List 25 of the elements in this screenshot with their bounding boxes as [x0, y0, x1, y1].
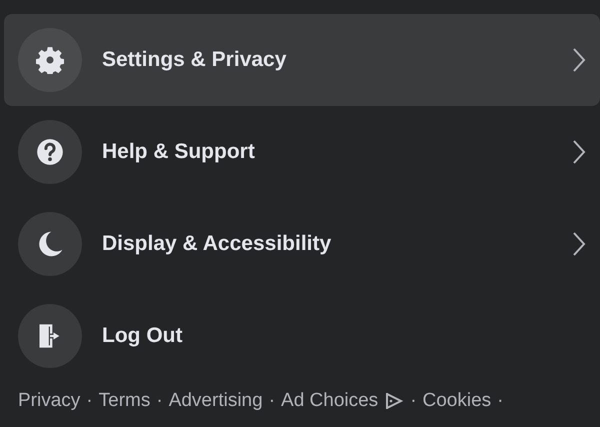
chevron-icon [572, 139, 586, 165]
separator: · [410, 390, 417, 412]
menu-item[interactable]: Log Out [4, 290, 600, 382]
menu-item-label: Log Out [102, 324, 184, 348]
footer-link[interactable]: Cookies [422, 390, 492, 412]
menu-item[interactable]: Help & Support [4, 106, 600, 198]
footer-link[interactable]: Privacy [18, 390, 80, 412]
moon-icon [36, 230, 64, 258]
chevron-icon [572, 231, 586, 257]
footer-link[interactable]: Terms [98, 390, 150, 412]
footer-link[interactable]: Ad Choices [281, 390, 378, 412]
settings-icon [36, 46, 64, 74]
separator: · [268, 390, 276, 412]
help-icon [36, 138, 64, 166]
footer-link[interactable]: Advertising [168, 390, 263, 412]
menu-item-label: Display & Accessibility [102, 232, 332, 256]
menu-item-label: Settings & Privacy [102, 48, 288, 72]
menu-item[interactable]: Settings & Privacy [4, 14, 600, 106]
menu-item[interactable]: Display & Accessibility [4, 198, 600, 290]
chevron-icon [572, 47, 586, 73]
play-triangle-icon [384, 391, 404, 411]
separator: · [86, 390, 93, 412]
separator: · [497, 390, 504, 412]
menu-item-label: Help & Support [102, 140, 256, 164]
separator: · [156, 390, 163, 412]
